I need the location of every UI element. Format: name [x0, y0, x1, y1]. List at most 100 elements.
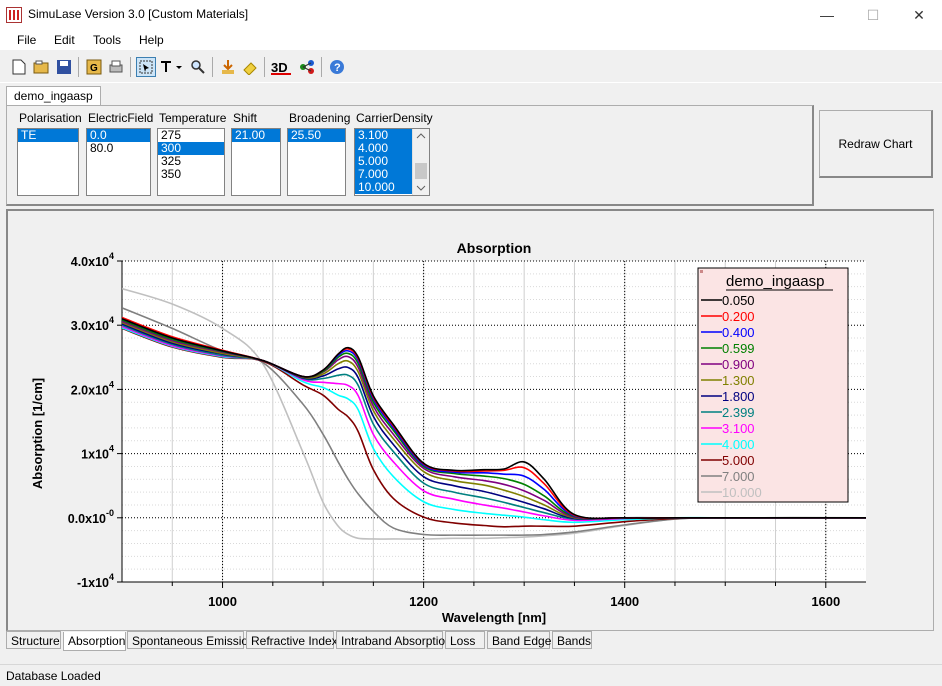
- legend-marker: [700, 270, 703, 273]
- y-tick-base: 1x10: [81, 448, 109, 462]
- y-tick-label: -1x104: [77, 572, 114, 590]
- broadening-list[interactable]: 25.50: [287, 128, 346, 196]
- redraw-chart-button[interactable]: Redraw Chart: [819, 110, 933, 178]
- title-bar: SimuLase Version 3.0 [Custom Materials] …: [0, 0, 942, 30]
- legend-entry: 0.400: [722, 325, 755, 340]
- y-tick-base: 0.0x10: [68, 512, 106, 526]
- close-button[interactable]: ✕: [896, 0, 942, 30]
- svg-text:G: G: [90, 63, 98, 74]
- shift-list[interactable]: 21.00: [231, 128, 281, 196]
- open-icon[interactable]: [31, 57, 51, 77]
- legend-entry: 4.000: [722, 437, 755, 452]
- app-icon: [6, 7, 22, 23]
- y-tick-label: 3.0x104: [71, 315, 114, 333]
- eraser-icon[interactable]: [240, 57, 260, 77]
- menu-tools[interactable]: Tools: [93, 33, 121, 47]
- legend-entry: 5.000: [722, 453, 755, 468]
- tab-spontaneous-emission[interactable]: Spontaneous Emission: [127, 631, 255, 649]
- legend-entry: 7.000: [722, 469, 755, 484]
- y-tick-exponent: 4: [109, 251, 114, 261]
- export-data-icon[interactable]: [218, 57, 238, 77]
- legend-entry: 10.000: [722, 485, 762, 500]
- tab-bands[interactable]: Bands: [552, 631, 592, 649]
- shift-label: Shift: [233, 111, 258, 125]
- select-icon[interactable]: [136, 57, 156, 77]
- scrollbar[interactable]: [412, 129, 429, 195]
- chart-title: Absorption: [457, 240, 532, 256]
- tab-intraband-absorption[interactable]: Intraband Absorption: [336, 631, 452, 649]
- y-tick-label: 2.0x104: [71, 379, 114, 397]
- electric-field-list[interactable]: 0.0 80.0: [86, 128, 151, 196]
- y-tick-base: 4.0x10: [71, 255, 109, 269]
- list-item[interactable]: 350: [158, 168, 224, 181]
- list-item[interactable]: 10.000: [355, 181, 412, 194]
- legend-title: demo_ingaasp: [726, 273, 824, 290]
- legend-entry: 0.900: [722, 357, 755, 372]
- menu-help[interactable]: Help: [139, 33, 164, 47]
- temperature-label: Temperature: [159, 111, 227, 125]
- electric-field-label: ElectricField: [88, 111, 154, 125]
- parameter-panel: Polarisation TE ElectricField 0.0 80.0 Te…: [6, 105, 814, 206]
- list-item[interactable]: 25.50: [288, 129, 345, 142]
- y-axis-label: Absorption [1/cm]: [30, 378, 45, 489]
- list-item[interactable]: 80.0: [87, 142, 150, 155]
- broadening-label: Broadening: [289, 111, 351, 125]
- maximize-button[interactable]: ☐: [850, 0, 896, 30]
- legend-entry: 3.100: [722, 421, 755, 436]
- zoom-icon[interactable]: [188, 57, 208, 77]
- y-tick-label: 4.0x104: [71, 251, 114, 269]
- text-tool-icon[interactable]: [158, 57, 184, 77]
- export-icon[interactable]: G: [84, 57, 104, 77]
- compare-icon[interactable]: [297, 57, 317, 77]
- polarisation-list[interactable]: TE: [17, 128, 79, 196]
- legend-entry: 0.050: [722, 293, 755, 308]
- new-file-icon[interactable]: [9, 57, 29, 77]
- toolbar: G 3D ?: [0, 51, 942, 83]
- polarisation-label: Polarisation: [19, 111, 82, 125]
- svg-text:3D: 3D: [271, 60, 288, 75]
- legend-entry: 0.599: [722, 341, 755, 356]
- x-tick-label: 1200: [409, 594, 438, 609]
- carrier-density-label: CarrierDensity: [356, 111, 433, 125]
- x-tick-label: 1400: [610, 594, 639, 609]
- y-tick-label: 1x104: [81, 444, 114, 462]
- tab-band-edge[interactable]: Band Edge: [487, 631, 551, 649]
- minimize-button[interactable]: —: [804, 0, 850, 30]
- y-tick-label: 0.0x10-0: [68, 508, 114, 526]
- tab-loss[interactable]: Loss: [445, 631, 485, 649]
- x-axis-label: Wavelength [nm]: [442, 610, 546, 625]
- chart-area: 1000 1200 1400 1600 4.0x104 3.0x104 2.0x104 1x1…: [6, 209, 934, 631]
- svg-text:?: ?: [334, 62, 341, 74]
- y-tick-exponent: 4: [109, 315, 114, 325]
- status-bar: Database Loaded: [0, 664, 942, 686]
- y-tick-exponent: 4: [109, 444, 114, 454]
- y-tick-exponent: -0: [106, 508, 114, 518]
- legend-entry: 0.200: [722, 309, 755, 324]
- legend-entry: 1.800: [722, 389, 755, 404]
- 3d-icon[interactable]: 3D: [270, 57, 294, 77]
- carrier-density-list[interactable]: 3.100 4.000 5.000 7.000 10.000: [354, 128, 430, 196]
- y-tick-base: 3.0x10: [71, 319, 109, 333]
- x-tick-label: 1600: [811, 594, 840, 609]
- y-tick-exponent: 4: [109, 379, 114, 389]
- tab-structure[interactable]: Structure: [6, 631, 61, 649]
- menu-file[interactable]: File: [17, 33, 36, 47]
- y-tick-exponent: 4: [109, 572, 114, 582]
- y-tick-base: -1x10: [77, 576, 109, 590]
- list-item[interactable]: TE: [18, 129, 78, 142]
- temperature-list[interactable]: 275 300 325 350: [157, 128, 225, 196]
- y-tick-base: 2.0x10: [71, 383, 109, 397]
- absorption-chart: 1000 1200 1400 16004.0x1043.0x1042.0x1041x1…: [30, 240, 866, 625]
- legend-entry: 1.300: [722, 373, 755, 388]
- tab-refractive-index[interactable]: Refractive Index: [246, 631, 338, 649]
- print-icon[interactable]: [106, 57, 126, 77]
- x-tick-label: 1000: [208, 594, 237, 609]
- list-item[interactable]: 21.00: [232, 129, 280, 142]
- tab-demo-ingaasp[interactable]: demo_ingaasp: [6, 86, 101, 106]
- help-icon[interactable]: ?: [327, 57, 347, 77]
- menu-bar: File Edit Tools Help: [0, 30, 942, 50]
- save-icon[interactable]: [54, 57, 74, 77]
- tab-absorption[interactable]: Absorption: [63, 632, 126, 651]
- menu-edit[interactable]: Edit: [54, 33, 75, 47]
- window-title: SimuLase Version 3.0 [Custom Materials]: [28, 7, 249, 21]
